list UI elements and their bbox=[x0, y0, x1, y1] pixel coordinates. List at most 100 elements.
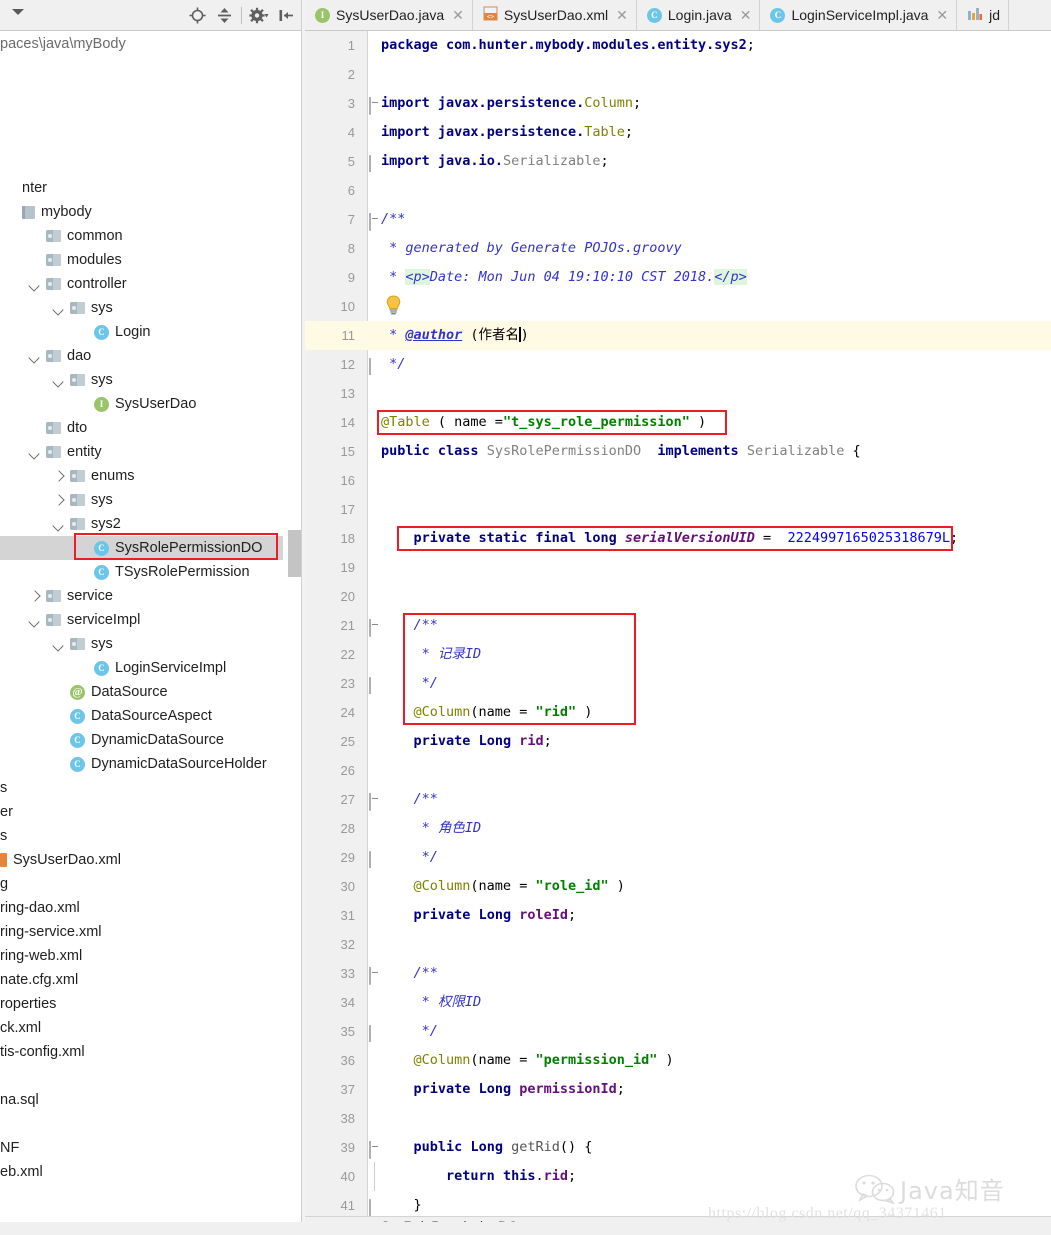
tree-item-sysuserdao[interactable]: I SysUserDao bbox=[0, 392, 283, 416]
fold-marker-icon[interactable] bbox=[369, 851, 380, 868]
tree-item-nf[interactable]: NF bbox=[0, 1136, 283, 1160]
tree-item-mybody[interactable]: mybody bbox=[0, 200, 283, 224]
tree-item-ring-dao-xml[interactable]: ring-dao.xml bbox=[0, 896, 283, 920]
collapse-all-icon[interactable] bbox=[211, 3, 237, 29]
code-line[interactable]: 40 return this.rid; bbox=[305, 1162, 1051, 1191]
editor-tab-jd[interactable]: jd bbox=[957, 0, 1010, 30]
collapse-caret-icon[interactable] bbox=[12, 9, 24, 15]
tree-item-dynamicdatasourceholder[interactable]: C DynamicDataSourceHolder bbox=[0, 752, 283, 776]
chevron-down-icon[interactable] bbox=[52, 373, 66, 387]
tree-item-ring-service-xml[interactable]: ring-service.xml bbox=[0, 920, 283, 944]
tree-item-sys[interactable]: sys bbox=[0, 296, 283, 320]
tree-item-dao[interactable]: dao bbox=[0, 344, 283, 368]
code-line[interactable]: 3 import javax.persistence.Column; bbox=[305, 89, 1051, 118]
editor-tab-sysuserdao-java[interactable]: I SysUserDao.java ✕ bbox=[305, 0, 473, 30]
code-line[interactable]: 4 import javax.persistence.Table; bbox=[305, 118, 1051, 147]
tree-item-login[interactable]: C Login bbox=[0, 320, 283, 344]
code-line[interactable]: 19 bbox=[305, 553, 1051, 582]
tree-item-dto[interactable]: dto bbox=[0, 416, 283, 440]
fold-marker-icon[interactable] bbox=[369, 1141, 380, 1159]
tree-item-loginserviceimpl[interactable]: C LoginServiceImpl bbox=[0, 656, 283, 680]
code-editor[interactable]: 1 package com.hunter.mybody.modules.entit… bbox=[305, 31, 1051, 1216]
code-line[interactable]: 39 public Long getRid() { bbox=[305, 1133, 1051, 1162]
tree-item-ring-web-xml[interactable]: ring-web.xml bbox=[0, 944, 283, 968]
code-line[interactable]: 5 import java.io.Serializable; bbox=[305, 147, 1051, 176]
tree-item-serviceimpl[interactable]: serviceImpl bbox=[0, 608, 283, 632]
hide-panel-icon[interactable] bbox=[273, 3, 299, 29]
tree-item-ck-xml[interactable]: ck.xml bbox=[0, 1016, 283, 1040]
chevron-down-icon[interactable] bbox=[28, 613, 42, 627]
code-line[interactable]: 8 * generated by Generate POJOs.groovy bbox=[305, 234, 1051, 263]
code-line[interactable]: 26 bbox=[305, 756, 1051, 785]
code-line[interactable]: 29 */ bbox=[305, 843, 1051, 872]
code-line[interactable]: 14 @Table ( name ="t_sys_role_permission"… bbox=[305, 408, 1051, 437]
code-line[interactable]: 34 * 权限ID bbox=[305, 988, 1051, 1017]
code-line[interactable]: 23 */ bbox=[305, 669, 1051, 698]
code-line[interactable]: 2 bbox=[305, 60, 1051, 89]
fold-marker-icon[interactable] bbox=[369, 967, 380, 985]
tree-item-sysuserdao-xml[interactable]: SysUserDao.xml bbox=[0, 848, 283, 872]
close-icon[interactable]: ✕ bbox=[936, 8, 948, 22]
code-line[interactable]: 7 /** bbox=[305, 205, 1051, 234]
chevron-right-icon[interactable] bbox=[52, 469, 66, 483]
code-line[interactable]: 10 bbox=[305, 292, 1051, 321]
tree-item[interactable] bbox=[0, 1064, 283, 1088]
code-line[interactable]: 22 * 记录ID bbox=[305, 640, 1051, 669]
tree-item-er[interactable]: er bbox=[0, 800, 283, 824]
code-line[interactable]: 35 */ bbox=[305, 1017, 1051, 1046]
tree-item-s[interactable]: s bbox=[0, 776, 283, 800]
code-line[interactable]: 16 bbox=[305, 466, 1051, 495]
chevron-down-icon[interactable] bbox=[52, 637, 66, 651]
close-icon[interactable]: ✕ bbox=[616, 8, 628, 22]
fold-marker-icon[interactable] bbox=[369, 793, 380, 811]
chevron-down-icon[interactable] bbox=[52, 517, 66, 531]
intention-bulb-icon[interactable] bbox=[385, 295, 402, 315]
code-line[interactable]: 30 @Column(name = "role_id" ) bbox=[305, 872, 1051, 901]
editor-tab-login-java[interactable]: C Login.java ✕ bbox=[636, 0, 761, 30]
fold-marker-icon[interactable] bbox=[369, 97, 380, 115]
fold-marker-icon[interactable] bbox=[369, 213, 380, 231]
locate-target-icon[interactable] bbox=[184, 3, 210, 29]
tree-item-modules[interactable]: modules bbox=[0, 248, 283, 272]
code-line[interactable]: 1 package com.hunter.mybody.modules.entit… bbox=[305, 31, 1051, 60]
editor-tab-bar[interactable]: I SysUserDao.java ✕ <> SysUserDao.xml ✕ C Login… bbox=[305, 0, 1051, 31]
tree-item[interactable] bbox=[0, 1112, 283, 1136]
fold-marker-icon[interactable] bbox=[369, 155, 380, 172]
code-line[interactable]: 15 public class SysRolePermissionDO imple… bbox=[305, 437, 1051, 466]
code-line[interactable]: 36 @Column(name = "permission_id" ) bbox=[305, 1046, 1051, 1075]
project-tree[interactable]: nter mybody common modules controller sys C Log… bbox=[0, 176, 283, 1184]
code-line[interactable]: 9 * <p>Date: Mon Jun 04 19:10:10 CST 201… bbox=[305, 263, 1051, 292]
tree-item-datasourceaspect[interactable]: C DataSourceAspect bbox=[0, 704, 283, 728]
code-line[interactable]: 6 bbox=[305, 176, 1051, 205]
code-line[interactable]: 28 * 角色ID bbox=[305, 814, 1051, 843]
tree-item-g[interactable]: g bbox=[0, 872, 283, 896]
chevron-down-icon[interactable] bbox=[28, 349, 42, 363]
code-line[interactable]: 18 private static final long serialVersi… bbox=[305, 524, 1051, 553]
fold-marker-icon[interactable] bbox=[369, 619, 380, 637]
editor-tab-loginserviceimpl-java[interactable]: C LoginServiceImpl.java ✕ bbox=[760, 0, 958, 30]
code-line[interactable]: 21 /** bbox=[305, 611, 1051, 640]
code-line[interactable]: 12 */ bbox=[305, 350, 1051, 379]
tree-item-common[interactable]: common bbox=[0, 224, 283, 248]
close-icon[interactable]: ✕ bbox=[452, 8, 464, 22]
chevron-down-icon[interactable] bbox=[52, 301, 66, 315]
close-icon[interactable]: ✕ bbox=[740, 8, 752, 22]
code-line[interactable]: 31 private Long roleId; bbox=[305, 901, 1051, 930]
tree-item-controller[interactable]: controller bbox=[0, 272, 283, 296]
chevron-down-icon[interactable] bbox=[28, 445, 42, 459]
fold-marker-icon[interactable] bbox=[369, 358, 380, 375]
project-scrollbar-thumb[interactable] bbox=[288, 530, 301, 577]
tree-item-na-sql[interactable]: na.sql bbox=[0, 1088, 283, 1112]
code-line[interactable]: 11 * @author (作者名) bbox=[305, 321, 1051, 350]
code-line[interactable]: 13 bbox=[305, 379, 1051, 408]
code-line[interactable]: 27 /** bbox=[305, 785, 1051, 814]
fold-marker-icon[interactable] bbox=[369, 1199, 380, 1216]
code-line[interactable]: 24 @Column(name = "rid" ) bbox=[305, 698, 1051, 727]
code-line[interactable]: 20 bbox=[305, 582, 1051, 611]
code-line[interactable]: 25 private Long rid; bbox=[305, 727, 1051, 756]
code-line[interactable]: 37 private Long permissionId; bbox=[305, 1075, 1051, 1104]
tree-item-tis-config-xml[interactable]: tis-config.xml bbox=[0, 1040, 283, 1064]
tree-item-s[interactable]: s bbox=[0, 824, 283, 848]
chevron-right-icon[interactable] bbox=[28, 589, 42, 603]
tree-item-sys[interactable]: sys bbox=[0, 488, 283, 512]
